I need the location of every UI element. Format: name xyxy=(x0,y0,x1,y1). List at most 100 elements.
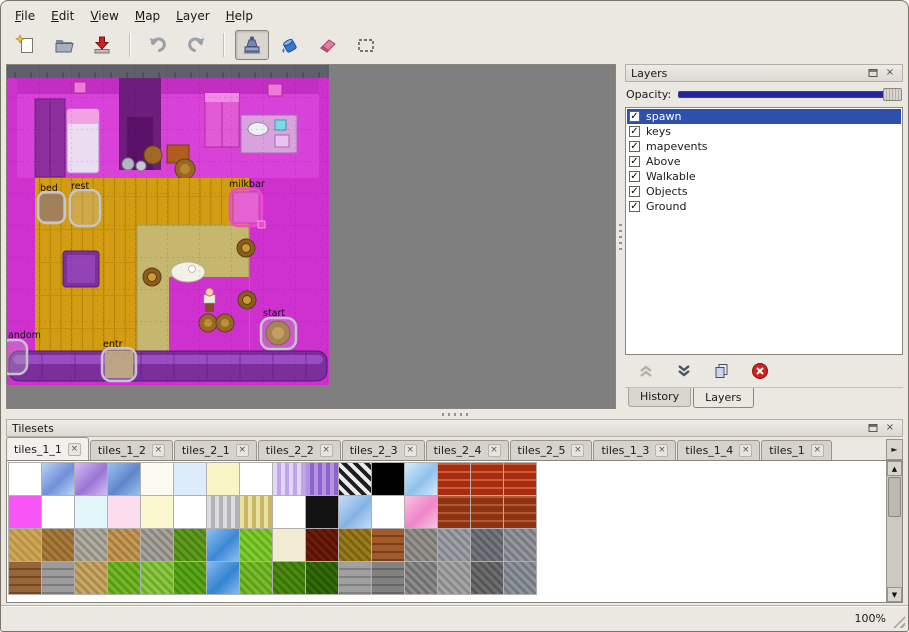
tileset-tile[interactable] xyxy=(75,562,107,594)
save-map-button[interactable] xyxy=(85,30,119,60)
tileset-tile[interactable] xyxy=(207,562,239,594)
tileset-tile[interactable] xyxy=(372,496,404,528)
tileset-tile[interactable] xyxy=(471,496,503,528)
tileset-tile[interactable] xyxy=(9,529,41,561)
tileset-tile[interactable] xyxy=(504,562,536,594)
tileset-tile[interactable] xyxy=(438,496,470,528)
scroll-up-icon[interactable]: ▲ xyxy=(887,461,902,476)
open-map-button[interactable] xyxy=(47,30,81,60)
tileset-tile[interactable] xyxy=(306,463,338,495)
tileset-tile[interactable] xyxy=(339,496,371,528)
tileset-tile[interactable] xyxy=(273,463,305,495)
raise-layer-button[interactable] xyxy=(635,360,657,382)
layer-row-above[interactable]: ✓Above xyxy=(627,154,901,169)
stamp-brush-button[interactable] xyxy=(235,30,269,60)
menu-item-edit[interactable]: Edit xyxy=(43,6,82,26)
tileset-tab-tiles_2_5[interactable]: tiles_2_5× xyxy=(510,440,593,460)
tileset-tile[interactable] xyxy=(42,529,74,561)
tileset-scrollbar[interactable]: ▲ ▼ xyxy=(886,461,902,602)
layer-list[interactable]: ✓spawn✓keys✓mapevents✓Above✓Walkable✓Obj… xyxy=(625,107,903,355)
tileset-tile[interactable] xyxy=(471,529,503,561)
tileset-tile[interactable] xyxy=(372,562,404,594)
tileset-tile[interactable] xyxy=(108,463,140,495)
tileset-tile[interactable] xyxy=(174,529,206,561)
tileset-tile[interactable] xyxy=(405,463,437,495)
layer-visible-checkbox[interactable]: ✓ xyxy=(629,201,640,212)
menu-item-view[interactable]: View xyxy=(82,6,126,26)
rectangular-select-button[interactable] xyxy=(349,30,383,60)
opacity-slider[interactable] xyxy=(678,86,902,103)
tileset-tile[interactable] xyxy=(240,496,272,528)
tileset-tile[interactable] xyxy=(240,529,272,561)
layer-visible-checkbox[interactable]: ✓ xyxy=(629,111,640,122)
tab-close-icon[interactable]: × xyxy=(320,444,333,457)
tileset-tile[interactable] xyxy=(273,529,305,561)
tileset-tile[interactable] xyxy=(174,562,206,594)
map-viewport[interactable]: bed rest milkbar start entr andom xyxy=(6,64,616,409)
selection-handle[interactable] xyxy=(258,221,265,228)
tileset-tile[interactable] xyxy=(141,496,173,528)
tileset-tile[interactable] xyxy=(438,529,470,561)
tileset-tile[interactable] xyxy=(207,496,239,528)
tileset-tile[interactable] xyxy=(174,496,206,528)
tileset-tab-tiles_1_4[interactable]: tiles_1_4× xyxy=(677,440,760,460)
tileset-tile[interactable] xyxy=(273,562,305,594)
opacity-slider-handle[interactable] xyxy=(883,88,902,101)
tileset-tile[interactable] xyxy=(9,496,41,528)
object-marker-random[interactable] xyxy=(7,340,27,374)
tileset-tile[interactable] xyxy=(207,529,239,561)
tileset-tab-tiles_2_3[interactable]: tiles_2_3× xyxy=(342,440,425,460)
tileset-tile[interactable] xyxy=(471,463,503,495)
tileset-tile[interactable] xyxy=(471,562,503,594)
tileset-tile[interactable] xyxy=(240,562,272,594)
scrollbar-thumb[interactable] xyxy=(888,477,901,517)
tab-close-icon[interactable]: × xyxy=(68,443,81,456)
tab-close-icon[interactable]: × xyxy=(811,444,824,457)
tileset-tile[interactable] xyxy=(504,463,536,495)
tileset-tile[interactable] xyxy=(75,463,107,495)
duplicate-layer-button[interactable] xyxy=(711,360,733,382)
tileset-tab-tiles_1[interactable]: tiles_1× xyxy=(761,440,831,460)
tileset-tile[interactable] xyxy=(405,496,437,528)
undo-button[interactable] xyxy=(141,30,175,60)
tileset-tile[interactable] xyxy=(504,529,536,561)
tab-close-icon[interactable]: × xyxy=(739,444,752,457)
scroll-down-icon[interactable]: ▼ xyxy=(887,587,902,602)
tileset-tab-tiles_2_4[interactable]: tiles_2_4× xyxy=(426,440,509,460)
tileset-tile[interactable] xyxy=(339,529,371,561)
eraser-button[interactable] xyxy=(311,30,345,60)
object-marker-rest[interactable] xyxy=(70,190,100,226)
tileset-tile[interactable] xyxy=(108,496,140,528)
tileset-tile[interactable] xyxy=(75,496,107,528)
object-marker-milkbar-selected[interactable] xyxy=(230,189,262,226)
tileset-tile[interactable] xyxy=(339,463,371,495)
tileset-tile[interactable] xyxy=(504,496,536,528)
tileset-tile[interactable] xyxy=(306,529,338,561)
layer-row-keys[interactable]: ✓keys xyxy=(627,124,901,139)
tileset-tile[interactable] xyxy=(339,562,371,594)
tileset-tile[interactable] xyxy=(108,529,140,561)
tileset-tile[interactable] xyxy=(75,529,107,561)
tileset-tile[interactable] xyxy=(9,463,41,495)
tileset-view[interactable]: ▲ ▼ xyxy=(6,460,903,603)
tileset-tile[interactable] xyxy=(405,529,437,561)
menu-item-map[interactable]: Map xyxy=(127,6,168,26)
layer-row-walkable[interactable]: ✓Walkable xyxy=(627,169,901,184)
tileset-tile[interactable] xyxy=(372,529,404,561)
menu-item-help[interactable]: Help xyxy=(218,6,261,26)
new-map-button[interactable] xyxy=(9,30,43,60)
tileset-tile[interactable] xyxy=(306,562,338,594)
tileset-tile[interactable] xyxy=(9,562,41,594)
tileset-tile[interactable] xyxy=(240,463,272,495)
layer-row-objects[interactable]: ✓Objects xyxy=(627,184,901,199)
tab-close-icon[interactable]: × xyxy=(571,444,584,457)
tileset-tile[interactable] xyxy=(438,463,470,495)
float-dock-icon[interactable] xyxy=(866,422,880,435)
menu-item-layer[interactable]: Layer xyxy=(168,6,217,26)
tileset-tile[interactable] xyxy=(273,496,305,528)
redo-button[interactable] xyxy=(179,30,213,60)
tileset-tab-tiles_1_2[interactable]: tiles_1_2× xyxy=(90,440,173,460)
tab-close-icon[interactable]: × xyxy=(655,444,668,457)
tileset-tile[interactable] xyxy=(306,496,338,528)
object-marker-bed[interactable] xyxy=(38,192,65,223)
